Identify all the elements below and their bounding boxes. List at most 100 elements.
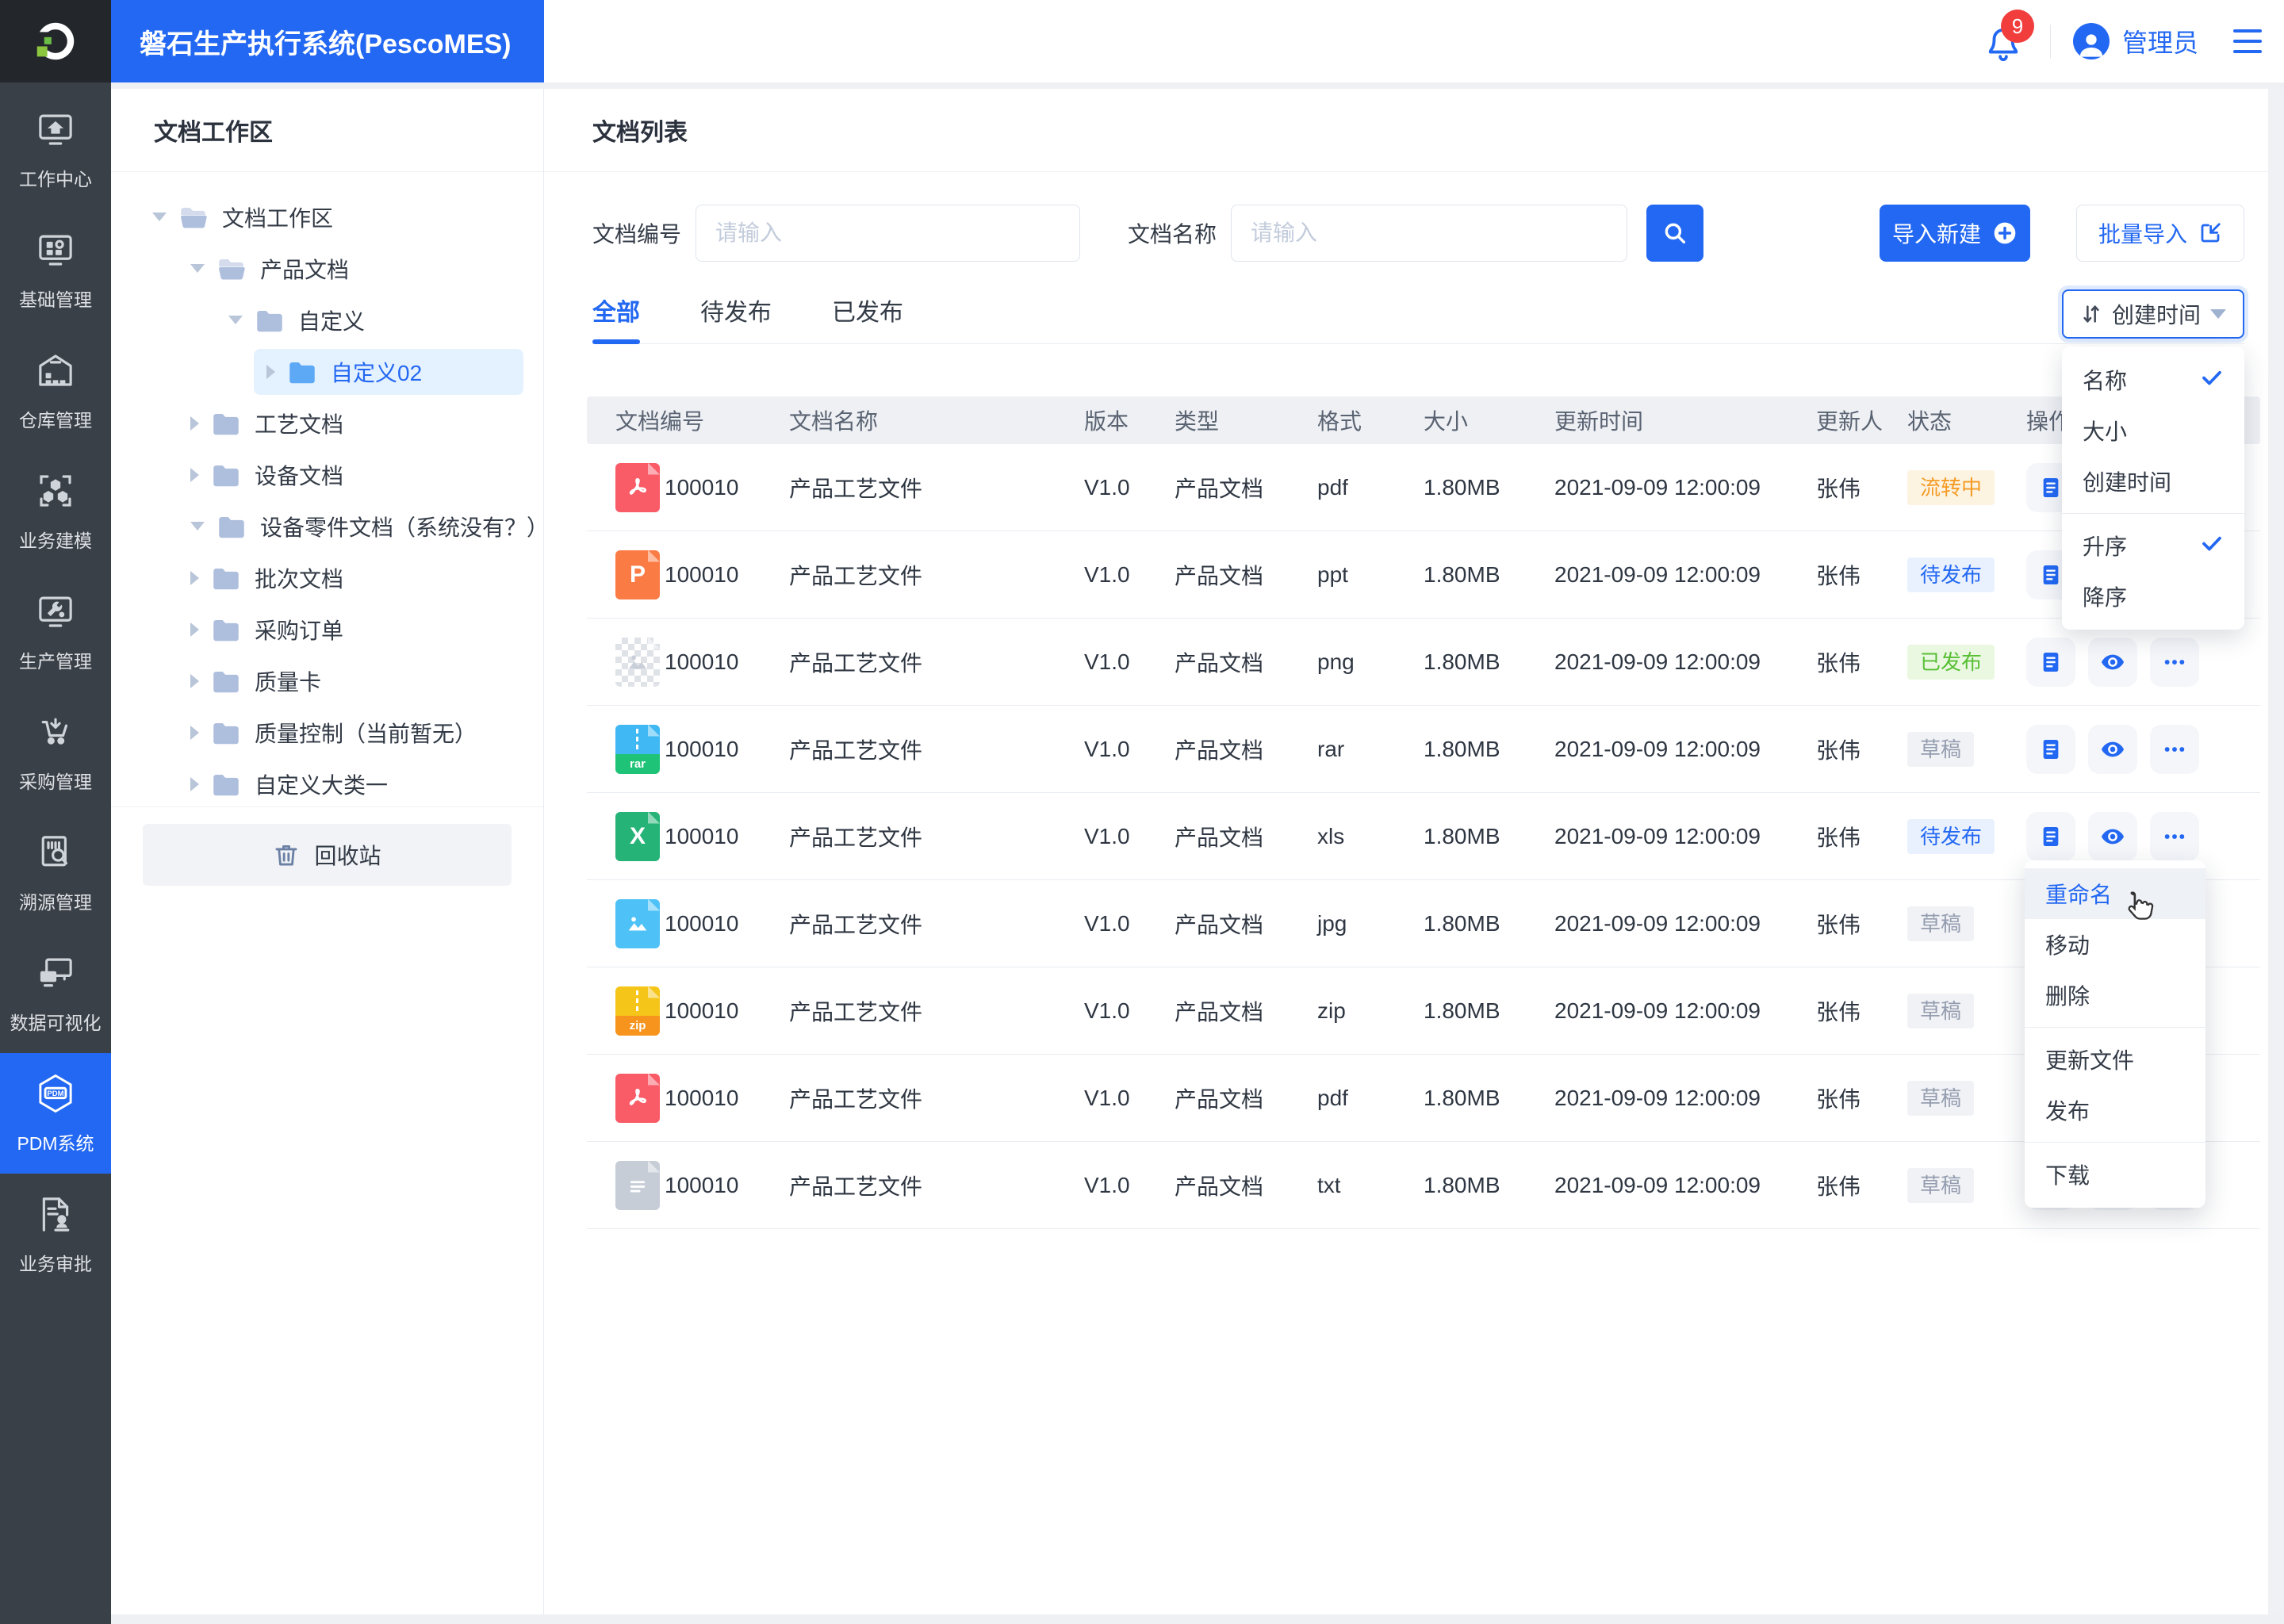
sidebar-item-dataviz[interactable]: 数据可视化	[0, 933, 111, 1053]
tree-caret-icon[interactable]	[190, 776, 199, 791]
sort-option[interactable]: 创建时间	[2062, 456, 2244, 507]
sort-button[interactable]: 创建时间	[2062, 289, 2244, 339]
tree-caret-icon[interactable]	[190, 522, 205, 530]
doc-size: 1.80MB	[1424, 649, 1500, 674]
sidebar-item-purchase[interactable]: 采购管理	[0, 691, 111, 812]
doc-size: 1.80MB	[1424, 910, 1500, 936]
tree-node[interactable]: 自定义	[111, 294, 543, 346]
tree-caret-icon[interactable]	[190, 622, 199, 637]
sidebar-item-approval[interactable]: 业务审批	[0, 1174, 111, 1294]
context-menu-item-下载[interactable]: 下载	[2025, 1149, 2205, 1200]
file-type-icon: rar	[615, 724, 660, 774]
tree-node-label: 自定义	[298, 308, 366, 334]
sidebar-item-label: 溯源管理	[19, 891, 92, 913]
menu-icon[interactable]	[2233, 29, 2262, 53]
tree-node[interactable]: 自定义02	[111, 346, 543, 397]
file-type-icon	[615, 637, 660, 687]
tree-caret-icon[interactable]	[152, 213, 167, 221]
notification-bell-button[interactable]: 9	[1985, 10, 2034, 62]
tree-caret-icon[interactable]	[228, 316, 243, 324]
tree-caret-icon[interactable]	[190, 264, 205, 273]
sort-option[interactable]: 升序	[2062, 520, 2244, 571]
tab-全部[interactable]: 全部	[592, 277, 640, 344]
sidebar-item-production[interactable]: 生产管理	[0, 571, 111, 691]
context-menu-item-重命名[interactable]: 重命名	[2025, 868, 2205, 920]
check-icon	[2200, 531, 2224, 561]
context-menu-item-删除[interactable]: 删除	[2025, 970, 2205, 1021]
context-menu-item-移动[interactable]: 移动	[2025, 919, 2205, 970]
status-badge: 已发布	[1907, 644, 1995, 680]
tree-caret-icon[interactable]	[190, 673, 199, 688]
recycle-bin-button[interactable]: 回收站	[143, 824, 512, 886]
table-row[interactable]: zip 100010 产品工艺文件 V1.0 产品文档 zip 1.80MB 2…	[587, 967, 2260, 1055]
sort-option[interactable]: 大小	[2062, 405, 2244, 456]
avatar[interactable]	[2072, 23, 2110, 59]
tab-待发布[interactable]: 待发布	[700, 277, 772, 343]
tree-caret-icon[interactable]	[266, 364, 275, 379]
tree-caret-icon[interactable]	[190, 725, 199, 740]
tree-caret-icon[interactable]	[190, 416, 199, 431]
app-logo[interactable]	[0, 0, 111, 82]
search-button[interactable]	[1646, 205, 1704, 262]
folder-icon	[212, 669, 240, 693]
sort-option[interactable]: 名称	[2062, 354, 2244, 405]
batch-import-button[interactable]: 批量导入	[2076, 205, 2244, 262]
import-icon	[2201, 223, 2221, 243]
table-row[interactable]: 100010 产品工艺文件 V1.0 产品文档 pdf 1.80MB 2021-…	[587, 1055, 2260, 1142]
svg-text:PDM: PDM	[47, 1090, 63, 1098]
col-doc-code: 文档编号	[615, 409, 705, 434]
table-row[interactable]: 100010 产品工艺文件 V1.0 产品文档 jpg 1.80MB 2021-…	[587, 880, 2260, 967]
tree-node[interactable]: 质量卡	[111, 655, 543, 707]
doc-format: pdf	[1317, 474, 1348, 500]
more-actions-button[interactable]	[2150, 637, 2199, 687]
sidebar-item-basic[interactable]: 基础管理	[0, 209, 111, 330]
table-row[interactable]: rar 100010 产品工艺文件 V1.0 产品文档 rar 1.80MB 2…	[587, 706, 2260, 793]
document-icon	[2043, 739, 2059, 759]
tree-node[interactable]: 设备零件文档（系统没有？）	[111, 500, 549, 552]
context-menu-item-发布[interactable]: 发布	[2025, 1085, 2205, 1136]
tree-node[interactable]: 自定义大类一	[111, 758, 543, 810]
sidebar-item-warehouse[interactable]: 仓库管理	[0, 330, 111, 450]
preview-button[interactable]	[2088, 637, 2137, 687]
more-actions-button[interactable]	[2150, 724, 2199, 774]
table-row[interactable]: 100010 产品工艺文件 V1.0 产品文档 pdf 1.80MB 2021-…	[587, 444, 2260, 531]
table-row[interactable]: 100010 产品工艺文件 V1.0 产品文档 png 1.80MB 2021-…	[587, 619, 2260, 706]
tree-caret-icon[interactable]	[190, 467, 199, 482]
table-row[interactable]: 100010 产品工艺文件 V1.0 产品文档 txt 1.80MB 2021-…	[587, 1142, 2260, 1229]
preview-button[interactable]	[2088, 724, 2137, 774]
tab-已发布[interactable]: 已发布	[832, 277, 903, 343]
import-new-button[interactable]: 导入新建	[1880, 205, 2030, 262]
tree-node[interactable]: 工艺文档	[111, 397, 543, 449]
tree-caret-icon[interactable]	[190, 570, 199, 585]
doc-name-input[interactable]	[1231, 205, 1628, 262]
tree-node[interactable]: 质量控制（当前暂无）	[111, 707, 543, 758]
sidebar-item-modeling[interactable]: 业务建模	[0, 450, 111, 571]
more-actions-button[interactable]	[2150, 811, 2199, 861]
doc-format: xls	[1317, 823, 1345, 848]
tree-node[interactable]: 批次文档	[111, 552, 543, 603]
detail-button[interactable]	[2026, 724, 2075, 774]
tree-node[interactable]: 文档工作区	[111, 191, 543, 243]
sidebar-item-workcenter[interactable]: 工作中心	[0, 89, 111, 209]
sidebar-item-trace[interactable]: 溯源管理	[0, 812, 111, 933]
sidebar-item-pdm[interactable]: PDM PDM系统	[0, 1053, 111, 1174]
detail-button[interactable]	[2026, 637, 2075, 687]
ellipsis-icon	[2164, 833, 2185, 839]
sort-option-label: 创建时间	[2083, 470, 2172, 495]
detail-button[interactable]	[2026, 811, 2075, 861]
status-badge: 草稿	[1907, 731, 1975, 767]
vertical-scrollbar[interactable]	[2268, 89, 2284, 1614]
doc-code-input[interactable]	[696, 205, 1081, 262]
doc-code: 100010	[665, 1172, 739, 1197]
preview-button[interactable]	[2088, 811, 2137, 861]
col-doc-name: 文档名称	[789, 409, 879, 434]
context-menu-item-更新文件[interactable]: 更新文件	[2025, 1034, 2205, 1085]
sort-option[interactable]: 降序	[2062, 571, 2244, 622]
tree-node[interactable]: 产品文档	[111, 243, 543, 294]
tree-node[interactable]: 采购订单	[111, 603, 543, 655]
user-name[interactable]: 管理员	[2122, 23, 2198, 59]
table-row[interactable]: P 100010 产品工艺文件 V1.0 产品文档 ppt 1.80MB 202…	[587, 531, 2260, 619]
doc-type: 产品文档	[1175, 650, 1264, 676]
table-row[interactable]: X 100010 产品工艺文件 V1.0 产品文档 xls 1.80MB 202…	[587, 793, 2260, 880]
tree-node[interactable]: 设备文档	[111, 449, 543, 500]
